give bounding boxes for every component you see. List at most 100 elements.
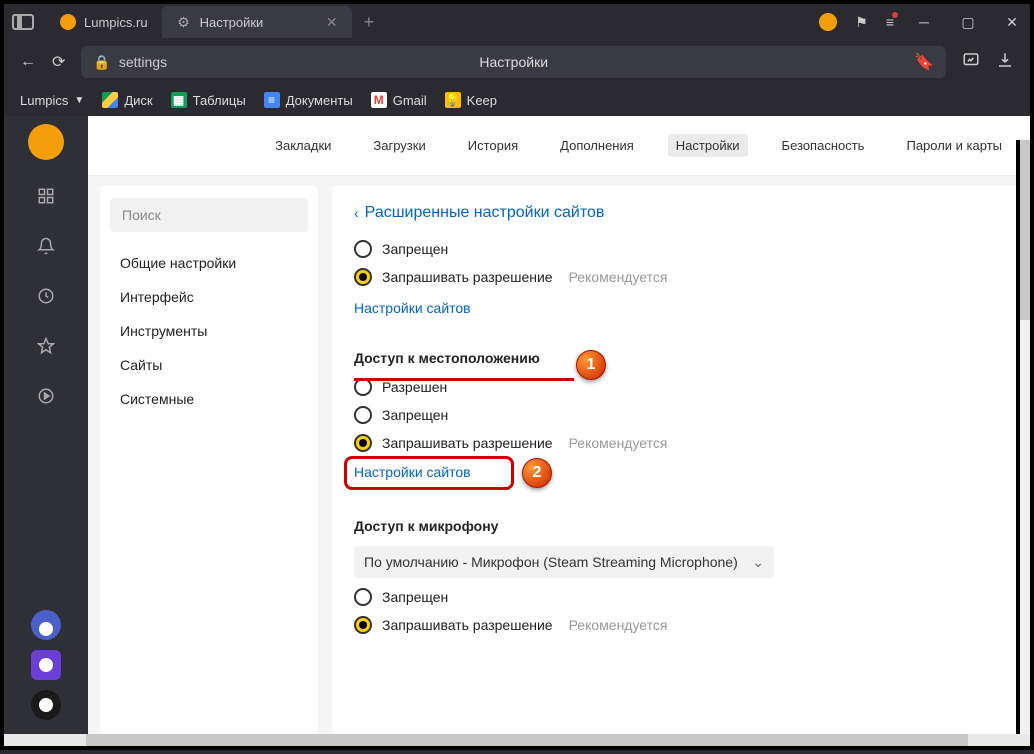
bookmark-icon[interactable]: 🔖 <box>914 52 934 72</box>
mic-select[interactable]: По умолчанию - Микрофон (Steam Streaming… <box>354 546 774 578</box>
settings-body: Поиск Общие настройки Интерфейс Инструме… <box>88 176 1030 734</box>
star-icon[interactable] <box>32 332 60 360</box>
profile-icon[interactable] <box>819 13 837 31</box>
radio-ask-2[interactable]: Запрашивать разрешение Рекомендуется <box>354 434 996 452</box>
content: Закладки Загрузки История Дополнения Нас… <box>88 116 1030 734</box>
sidebar-toggle-icon[interactable] <box>12 14 34 30</box>
radio-icon <box>354 588 372 606</box>
radio-forbidden-2[interactable]: Запрещен <box>354 406 996 424</box>
radio-label: Запрашивать разрешение <box>382 269 553 285</box>
main: Закладки Загрузки История Дополнения Нас… <box>0 116 1034 734</box>
gmail-icon: M <box>371 92 387 108</box>
address-field[interactable]: 🔒 settings Настройки 🔖 <box>81 46 946 78</box>
close-icon[interactable]: ✕ <box>326 14 338 31</box>
sidebar-bottom <box>31 610 61 734</box>
close-button[interactable]: ✕ <box>1002 14 1022 31</box>
left-sidebar <box>4 116 88 734</box>
bookmark-drive[interactable]: Диск <box>102 92 152 108</box>
vertical-scrollbar[interactable] <box>1016 140 1030 734</box>
drive-icon <box>102 92 118 108</box>
radio-forbidden-1[interactable]: Запрещен <box>354 240 996 258</box>
scrollbar-thumb[interactable] <box>86 734 968 746</box>
chevron-left-icon: ‹ <box>354 205 359 221</box>
search-placeholder: Поиск <box>122 207 161 223</box>
annotation-box-2 <box>344 456 514 490</box>
tab-settings[interactable]: ⚙ Настройки ✕ <box>162 6 352 38</box>
new-tab-button[interactable]: + <box>352 12 387 33</box>
sidebar-app-1[interactable] <box>31 610 61 640</box>
tab-label: Настройки <box>200 15 264 30</box>
minimize-button[interactable]: ─ <box>914 14 934 30</box>
bookmark-flag-icon[interactable]: ⚑ <box>855 14 868 31</box>
download-icon[interactable] <box>996 51 1014 74</box>
sidebar-app-2[interactable] <box>31 650 61 680</box>
tab-lumpics[interactable]: Lumpics.ru <box>46 6 162 38</box>
nav-tools[interactable]: Инструменты <box>100 314 318 348</box>
bookmark-lumpics[interactable]: Lumpics ▼ <box>20 93 84 108</box>
search-input[interactable]: Поиск <box>110 198 308 232</box>
bookmark-gmail[interactable]: M Gmail <box>371 92 427 108</box>
nav-downloads[interactable]: Загрузки <box>365 134 433 157</box>
play-icon[interactable] <box>32 382 60 410</box>
reload-button[interactable]: ⟳ <box>52 52 65 72</box>
radio-label: Запрещен <box>382 589 448 605</box>
sheets-icon: ▦ <box>171 92 187 108</box>
site-settings-link-1[interactable]: Настройки сайтов <box>354 300 471 316</box>
nav-bookmarks[interactable]: Закладки <box>267 134 339 157</box>
feedback-icon[interactable] <box>962 51 980 74</box>
nav-addons[interactable]: Дополнения <box>552 134 642 157</box>
nav-passwords[interactable]: Пароли и карты <box>898 134 1010 157</box>
docs-icon: ≡ <box>264 92 280 108</box>
window-controls: ─ ▢ ✕ <box>914 14 1022 31</box>
profile-avatar[interactable] <box>28 124 64 160</box>
radio-label: Запрещен <box>382 241 448 257</box>
gear-icon: ⚙ <box>176 14 192 30</box>
bookmark-sheets[interactable]: ▦ Таблицы <box>171 92 246 108</box>
bookmark-label: Lumpics <box>20 93 68 108</box>
radio-icon <box>354 240 372 258</box>
horizontal-scrollbar[interactable] <box>0 734 1034 750</box>
recommended-label: Рекомендуется <box>569 269 668 285</box>
notification-icon[interactable]: ≡ <box>886 14 894 30</box>
sidebar-app-3[interactable] <box>31 690 61 720</box>
history-icon[interactable] <box>32 282 60 310</box>
recommended-label: Рекомендуется <box>569 435 668 451</box>
tab-label: Lumpics.ru <box>84 15 148 30</box>
chevron-down-icon: ▼ <box>74 95 84 106</box>
apps-icon[interactable] <box>32 182 60 210</box>
url-text: settings <box>119 54 167 70</box>
bookmark-label: Документы <box>286 93 353 108</box>
bookmark-docs[interactable]: ≡ Документы <box>264 92 353 108</box>
nav-interface[interactable]: Интерфейс <box>100 280 318 314</box>
tabs: Lumpics.ru ⚙ Настройки ✕ + <box>46 4 819 40</box>
bookmark-label: Диск <box>124 93 152 108</box>
page-title: Настройки <box>479 54 548 70</box>
scrollbar-thumb[interactable] <box>1020 140 1030 320</box>
radio-icon <box>354 406 372 424</box>
mic-section-title: Доступ к микрофону <box>354 518 996 534</box>
nav-system[interactable]: Системные <box>100 382 318 416</box>
radio-mic-ask[interactable]: Запрашивать разрешение Рекомендуется <box>354 616 996 634</box>
nav-general[interactable]: Общие настройки <box>100 246 318 280</box>
settings-nav: Поиск Общие настройки Интерфейс Инструме… <box>100 186 318 734</box>
back-button[interactable]: ← <box>20 53 36 71</box>
orange-icon <box>60 14 76 30</box>
radio-label: Запрещен <box>382 407 448 423</box>
nav-history[interactable]: История <box>460 134 526 157</box>
bookmark-keep[interactable]: 💡 Keep <box>445 92 497 108</box>
radio-ask-1[interactable]: Запрашивать разрешение Рекомендуется <box>354 268 996 286</box>
settings-panel: ‹ Расширенные настройки сайтов Запрещен … <box>332 186 1018 734</box>
nav-settings[interactable]: Настройки <box>668 134 748 157</box>
chevron-down-icon: ⌄ <box>752 554 764 571</box>
radio-label: Запрашивать разрешение <box>382 435 553 451</box>
radio-mic-forbidden[interactable]: Запрещен <box>354 588 996 606</box>
nav-sites[interactable]: Сайты <box>100 348 318 382</box>
maximize-button[interactable]: ▢ <box>958 14 978 31</box>
bookmark-label: Keep <box>467 93 497 108</box>
bell-icon[interactable] <box>32 232 60 260</box>
annotation-badge-2: 2 <box>522 458 552 488</box>
nav-security[interactable]: Безопасность <box>774 134 873 157</box>
bookmark-label: Gmail <box>393 93 427 108</box>
annotation-underline-1 <box>354 378 574 381</box>
breadcrumb[interactable]: ‹ Расширенные настройки сайтов <box>354 204 996 222</box>
